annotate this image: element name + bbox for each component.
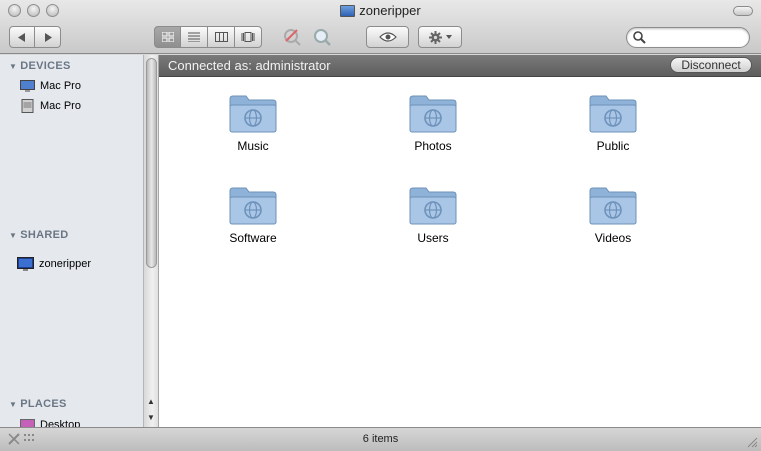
back-arrow-icon bbox=[18, 32, 25, 42]
shared-folder-icon bbox=[409, 95, 457, 133]
forward-arrow-icon bbox=[44, 32, 52, 42]
window-title-text: zoneripper bbox=[359, 3, 421, 18]
sidebar-section-places[interactable]: ▼ PLACES bbox=[9, 398, 67, 410]
list-view-icon bbox=[188, 32, 200, 42]
sidebar-section-devices[interactable]: ▼ DEVICES bbox=[9, 60, 71, 72]
folder-label: Music bbox=[237, 139, 269, 153]
folder-label: Software bbox=[229, 231, 277, 245]
item-count: 6 items bbox=[362, 433, 399, 445]
sidebar: ▼ DEVICES Mac Pro Mac Pro ▼ SHARED zoner… bbox=[0, 55, 143, 427]
desktop-icon bbox=[20, 418, 35, 427]
folder-label: Users bbox=[417, 231, 449, 245]
toolbar-toggle-button[interactable] bbox=[733, 6, 753, 16]
scroll-up-arrow[interactable]: ▲ bbox=[144, 395, 158, 409]
eject-disabled-button[interactable] bbox=[280, 26, 304, 48]
sidebar-item-mac-pro-computer[interactable]: Mac Pro bbox=[20, 78, 81, 94]
sidebar-item-mac-pro-disk[interactable]: Mac Pro bbox=[20, 98, 81, 114]
search-disabled-button[interactable] bbox=[310, 26, 334, 48]
folder-item-photos[interactable]: Photos bbox=[373, 93, 493, 153]
forward-button[interactable] bbox=[35, 26, 61, 48]
folder-item-public[interactable]: Public bbox=[553, 93, 673, 153]
folder-item-videos[interactable]: Videos bbox=[553, 185, 673, 245]
sidebar-item-label: Desktop bbox=[40, 419, 81, 427]
window-title: zoneripper bbox=[0, 3, 761, 18]
folder-item-users[interactable]: Users bbox=[373, 185, 493, 245]
quicklook-button[interactable] bbox=[366, 26, 409, 48]
search-field[interactable] bbox=[626, 27, 750, 48]
computer-icon bbox=[20, 79, 35, 92]
quicklook-group bbox=[366, 26, 409, 48]
icon-view-icon bbox=[161, 32, 174, 42]
file-browser-pane: Connected as: administrator Disconnect M… bbox=[159, 55, 761, 427]
folder-label: Videos bbox=[594, 231, 632, 245]
gear-icon bbox=[428, 30, 442, 44]
shared-folder-icon bbox=[589, 95, 637, 133]
nav-buttons bbox=[9, 26, 61, 48]
sidebar-item-label: Mac Pro bbox=[40, 80, 81, 92]
sidebar-item-label: zoneripper bbox=[39, 258, 91, 270]
sidebar-header-label: PLACES bbox=[20, 398, 67, 410]
view-switcher bbox=[154, 26, 262, 48]
eye-icon bbox=[378, 32, 397, 42]
sidebar-header-label: DEVICES bbox=[20, 60, 71, 72]
monitor-icon bbox=[17, 257, 34, 271]
sidebar-header-label: SHARED bbox=[20, 229, 69, 241]
connection-bar: Connected as: administrator Disconnect bbox=[159, 55, 761, 77]
sidebar-item-zoneripper[interactable]: zoneripper bbox=[17, 256, 91, 272]
back-button[interactable] bbox=[9, 26, 35, 48]
folder-label: Public bbox=[596, 139, 630, 153]
sidebar-item-desktop[interactable]: Desktop bbox=[20, 417, 80, 427]
monitor-icon bbox=[340, 4, 356, 17]
icon-view-button[interactable] bbox=[154, 26, 181, 48]
harddisk-icon bbox=[21, 99, 34, 113]
scrollbar-thumb[interactable] bbox=[146, 58, 157, 268]
chevron-down-icon bbox=[445, 35, 452, 39]
folder-label: Photos bbox=[414, 139, 452, 153]
sidebar-item-label: Mac Pro bbox=[40, 100, 81, 112]
action-group bbox=[418, 26, 462, 48]
list-view-button[interactable] bbox=[181, 26, 208, 48]
no-network-icon bbox=[284, 29, 301, 46]
shared-folder-icon bbox=[589, 187, 637, 225]
sidebar-section-shared[interactable]: ▼ SHARED bbox=[9, 229, 68, 241]
action-menu-button[interactable] bbox=[418, 26, 462, 48]
disclosure-triangle-icon: ▼ bbox=[9, 399, 18, 409]
disclosure-triangle-icon: ▼ bbox=[9, 61, 18, 71]
scroll-down-arrow[interactable]: ▼ bbox=[144, 411, 158, 425]
shared-folder-icon bbox=[409, 187, 457, 225]
folder-item-music[interactable]: Music bbox=[193, 93, 313, 153]
column-view-icon bbox=[214, 32, 228, 42]
disconnect-button[interactable]: Disconnect bbox=[670, 57, 752, 73]
column-view-button[interactable] bbox=[208, 26, 235, 48]
disclosure-triangle-icon: ▼ bbox=[9, 230, 18, 240]
search-icon bbox=[633, 31, 646, 44]
coverflow-view-icon bbox=[241, 32, 255, 42]
magnifier-icon bbox=[314, 29, 331, 46]
coverflow-view-button[interactable] bbox=[235, 26, 262, 48]
shared-folder-icon bbox=[229, 187, 277, 225]
window-titlebar: zoneripper bbox=[0, 0, 761, 54]
search-input[interactable] bbox=[649, 30, 745, 45]
sidebar-scrollbar[interactable]: ▲ ▼ bbox=[143, 55, 159, 427]
shared-folder-icon bbox=[229, 95, 277, 133]
connection-status: Connected as: administrator bbox=[168, 58, 331, 73]
folder-item-software[interactable]: Software bbox=[193, 185, 313, 245]
status-bar: 6 items bbox=[0, 427, 761, 451]
resize-grip-icon[interactable] bbox=[746, 436, 758, 448]
